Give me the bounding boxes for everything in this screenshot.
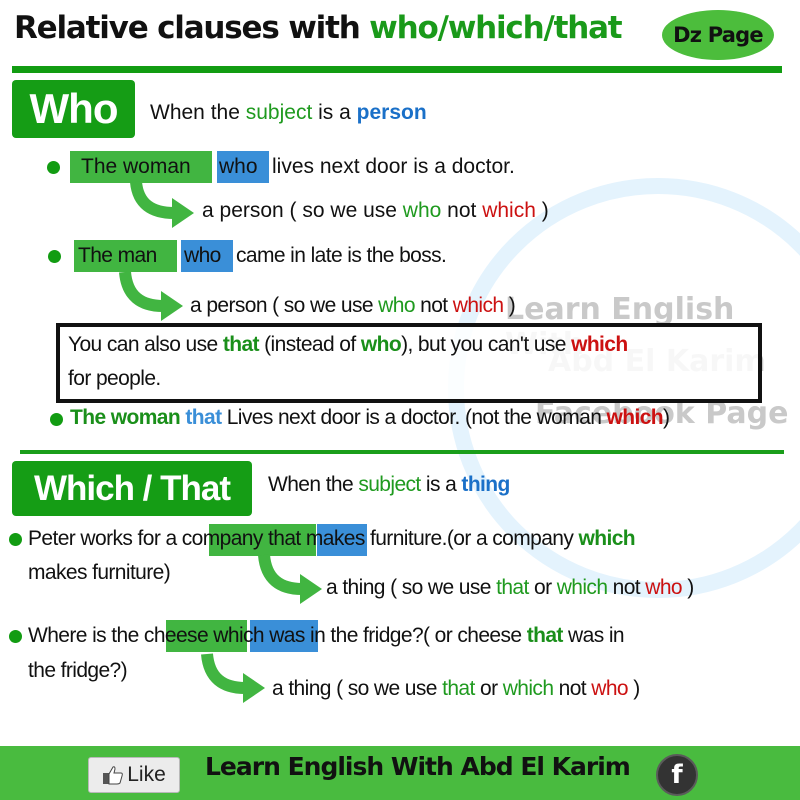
arrow-icon [201, 653, 265, 703]
note-line-1: You can also use that (instead of who), … [68, 333, 628, 356]
who-section-tag: Who [12, 80, 135, 138]
thumbs-up-icon [103, 766, 124, 785]
which-example-1-line-1: Peter works for a company that makes fur… [28, 527, 636, 550]
section-divider [20, 450, 784, 454]
facebook-icon[interactable]: f [656, 754, 698, 796]
dz-page-badge: Dz Page [662, 10, 774, 60]
which-example-1-explanation: a thing ( so we use that or which not wh… [326, 576, 694, 599]
title-prefix: Relative clauses with [14, 10, 370, 46]
subject-word: subject [245, 101, 313, 124]
which-intro: When the subject is a thing [268, 473, 510, 496]
like-label: Like [127, 763, 166, 786]
subject-word: subject [358, 473, 421, 496]
which-example-2-explanation: a thing ( so we use that or which not wh… [272, 677, 640, 700]
example-1-rest: lives next door is a doctor. [272, 155, 515, 178]
bullet-icon [47, 161, 60, 174]
which-example-1-line-2: makes furniture) [28, 561, 171, 584]
person-word: person [356, 101, 427, 124]
header-divider [12, 66, 782, 73]
example-2-antecedent: The man [78, 244, 157, 267]
like-button[interactable]: Like [88, 757, 180, 793]
thing-word: thing [461, 473, 510, 496]
bullet-icon [50, 413, 63, 426]
example-1-antecedent: The woman [81, 155, 191, 178]
which-example-2-line-1: Where is the cheese which was in the fri… [28, 624, 625, 647]
note-line-2: for people. [68, 367, 161, 390]
arrow-icon [119, 271, 183, 321]
bullet-icon [48, 250, 61, 263]
arrow-icon [130, 181, 194, 228]
bullet-icon [9, 533, 22, 546]
which-example-2-line-2: the fridge?) [28, 659, 128, 682]
example-1-explanation: a person ( so we use who not which ) [202, 199, 549, 222]
page-title: Relative clauses with who/which/that [14, 10, 623, 46]
bullet-icon [9, 630, 22, 643]
extra-example: The woman that Lives next door is a doct… [70, 406, 670, 429]
arrow-icon [258, 554, 322, 604]
example-2-rest: came in late is the boss. [236, 244, 447, 267]
who-intro: When the subject is a person [150, 101, 427, 124]
footer-title: Learn English With Abd El Karim [205, 752, 631, 781]
example-1-pronoun: who [219, 155, 258, 178]
which-that-section-tag: Which / That [12, 461, 252, 516]
title-highlight: who/which/that [369, 10, 622, 46]
example-2-pronoun: who [184, 244, 221, 267]
example-2-explanation: a person ( so we use who not which ) [190, 294, 516, 317]
